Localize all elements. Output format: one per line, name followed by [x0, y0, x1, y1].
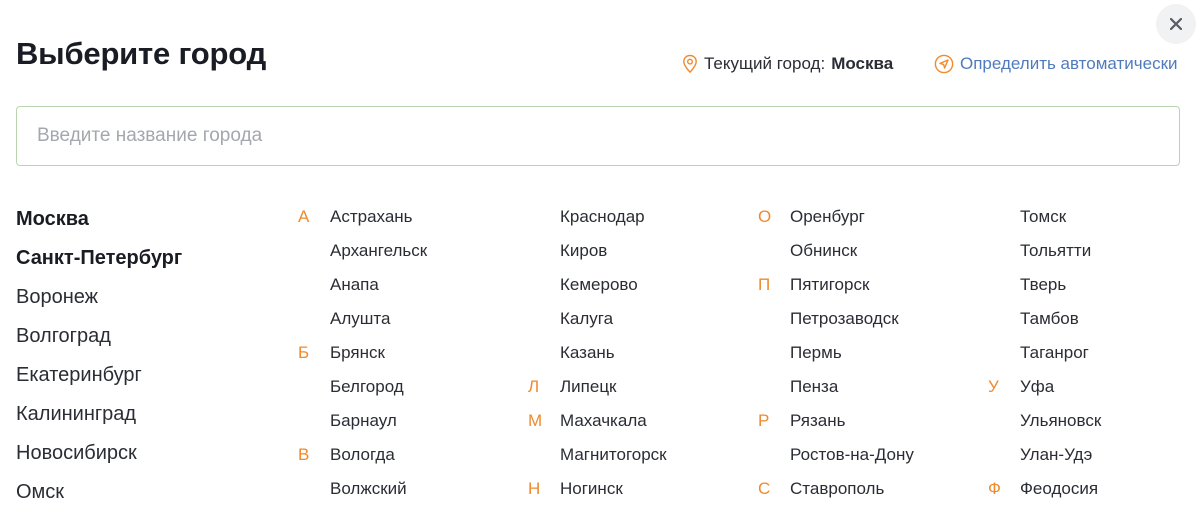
alphabet-letter: Ф	[988, 479, 1001, 498]
navigation-arrow-icon	[934, 54, 954, 74]
city-link[interactable]: Белгород	[330, 376, 404, 398]
popular-city-item[interactable]: Воронеж	[16, 284, 182, 323]
city-link[interactable]: Липецк	[560, 376, 617, 398]
alphabet-letter: Н	[528, 479, 541, 498]
alphabet-letter: У	[988, 377, 999, 396]
city-link[interactable]: Ногинск	[560, 478, 623, 500]
city-link[interactable]: Обнинск	[790, 240, 857, 262]
city-link[interactable]: Алушта	[330, 308, 390, 330]
city-link[interactable]: Анапа	[330, 274, 379, 296]
alphabet-letter: М	[528, 411, 543, 430]
city-link[interactable]: Астрахань	[330, 206, 413, 228]
popular-city-item[interactable]: Новосибирск	[16, 440, 182, 479]
city-link[interactable]: Калуга	[560, 308, 613, 330]
popular-cities-list: Москва Санкт-Петербург Воронеж Волгоград Ека…	[16, 206, 182, 514]
city-link[interactable]: Вологда	[330, 444, 395, 466]
current-city-name: Москва	[831, 54, 894, 73]
city-link[interactable]: Киров	[560, 240, 607, 262]
alphabet-letter: А	[298, 207, 310, 226]
alphabet-letter: Л	[528, 377, 540, 396]
city-link[interactable]: Ставрополь	[790, 478, 884, 500]
city-link[interactable]: Краснодар	[560, 206, 645, 228]
popular-city-item[interactable]: Омск	[16, 479, 182, 514]
close-icon	[1169, 17, 1183, 31]
popular-city-item[interactable]: Санкт-Петербург	[16, 245, 182, 284]
city-link[interactable]: Томск	[1020, 206, 1066, 228]
city-link[interactable]: Тверь	[1020, 274, 1066, 296]
city-link[interactable]: Таганрог	[1020, 342, 1089, 364]
alphabet-letter: С	[758, 479, 771, 498]
alphabet-letter: В	[298, 445, 310, 464]
auto-detect-label: Определить автоматически	[960, 54, 1178, 73]
popular-city-item[interactable]: Москва	[16, 206, 182, 245]
city-link[interactable]: Уфа	[1020, 376, 1054, 398]
city-link[interactable]: Пермь	[790, 342, 842, 364]
city-link[interactable]: Волжский	[330, 478, 407, 500]
popular-city-item[interactable]: Калининград	[16, 401, 182, 440]
city-link[interactable]: Махачкала	[560, 410, 647, 432]
city-link[interactable]: Пятигорск	[790, 274, 869, 296]
city-link[interactable]: Улан-Удэ	[1020, 444, 1092, 466]
city-link[interactable]: Ульяновск	[1020, 410, 1101, 432]
popular-city-item[interactable]: Волгоград	[16, 323, 182, 362]
city-link[interactable]: Тольятти	[1020, 240, 1091, 262]
city-link[interactable]: Кемерово	[560, 274, 638, 296]
alphabet-letter: П	[758, 275, 771, 294]
city-search-input[interactable]	[16, 106, 1180, 166]
city-link[interactable]: Феодосия	[1020, 478, 1098, 500]
city-link[interactable]: Архангельск	[330, 240, 427, 262]
auto-detect-link[interactable]: Определить автоматически	[934, 54, 1178, 74]
popular-city-item[interactable]: Екатеринбург	[16, 362, 182, 401]
city-link[interactable]: Пенза	[790, 376, 838, 398]
city-link[interactable]: Оренбург	[790, 206, 865, 228]
current-city: Текущий город: Москва	[682, 54, 893, 74]
city-link[interactable]: Тамбов	[1020, 308, 1079, 330]
city-link[interactable]: Казань	[560, 342, 615, 364]
city-picker-modal: Выберите город Текущий город: Москва Опр…	[0, 0, 1200, 514]
location-pin-icon	[683, 54, 697, 74]
alphabet-letter: Б	[298, 343, 310, 362]
city-link[interactable]: Барнаул	[330, 410, 397, 432]
city-link[interactable]: Ростов-на-Дону	[790, 444, 914, 466]
city-link[interactable]: Магнитогорск	[560, 444, 667, 466]
city-link[interactable]: Брянск	[330, 342, 385, 364]
current-city-label: Текущий город:	[704, 54, 826, 73]
alphabet-letter: Р	[758, 411, 770, 430]
alphabet-letter: О	[758, 207, 772, 226]
city-link[interactable]: Рязань	[790, 410, 845, 432]
close-button[interactable]	[1156, 4, 1196, 44]
city-link[interactable]: Петрозаводск	[790, 308, 899, 330]
page-title: Выберите город	[16, 36, 267, 71]
